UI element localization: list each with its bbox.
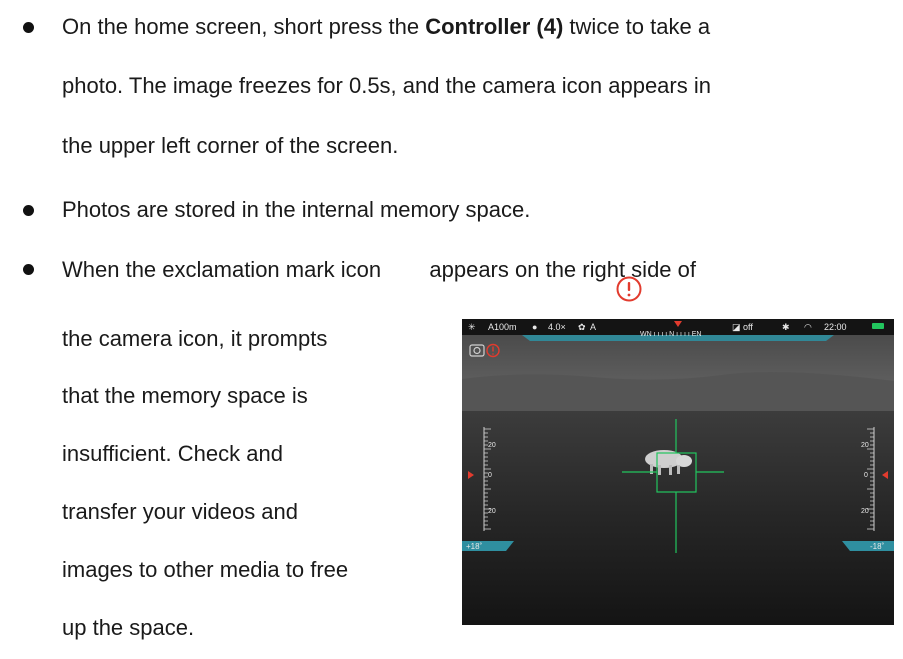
zoom-icon: ●	[532, 322, 538, 332]
thermal-scope-screenshot: ✳ A100m ● 4.0× ✿ A WN ı ı ı ı N ı ı ı ı …	[462, 319, 894, 625]
paragraph-3-line-3: that the memory space is	[62, 383, 308, 408]
paragraph-3-line-1: When the exclamation mark icon appears o…	[62, 257, 696, 282]
right-scale-label-bottom: 20	[861, 508, 869, 515]
paragraph-3-line-2: the camera icon, it prompts	[62, 326, 328, 351]
left-angle-readout: +18˚	[466, 542, 483, 551]
pip-readout: off	[743, 322, 753, 332]
paragraph-3-line-5: transfer your videos and	[62, 499, 299, 524]
time-readout: 22:00	[824, 322, 847, 332]
right-scale-label-mid: 0	[864, 472, 868, 479]
thermal-scene	[462, 319, 894, 625]
pip-icon: ◪	[732, 322, 741, 332]
paragraph-3-line-4: insufficient. Check and	[62, 441, 283, 466]
paragraph-1-line-3: the upper left corner of the screen.	[62, 133, 399, 158]
mode-icon: ✿	[578, 322, 586, 332]
wifi-icon: ◠	[804, 322, 812, 332]
paragraph-2-line-1: Photos are stored in the internal memory…	[62, 197, 531, 222]
bullet-dot-2	[23, 205, 34, 216]
bullet-dot-1	[23, 22, 34, 33]
battery-icon	[872, 323, 884, 329]
paragraph-1-line-2: photo. The image freezes for 0.5s, and t…	[62, 73, 711, 98]
exclamation-warning-icon	[616, 276, 642, 302]
right-scale-label-top: 20	[861, 442, 869, 449]
compass-strip: WN ı ı ı ı N ı ı ı ı EN	[640, 331, 702, 338]
bluetooth-icon: ✱	[782, 322, 790, 332]
mode-readout: A	[590, 322, 597, 332]
controller-label: Controller (4)	[425, 14, 564, 39]
left-scale-label-mid: 0	[488, 472, 492, 479]
zoom-readout: 4.0×	[548, 322, 566, 332]
distance-readout: A100m	[488, 322, 517, 332]
right-angle-readout: -18˚	[870, 542, 885, 551]
paragraph-3-line-6: images to other media to free	[62, 557, 349, 582]
brightness-icon: ✳	[468, 322, 476, 332]
paragraph-3-line-7: up the space.	[62, 615, 195, 640]
left-scale-label-bottom: 20	[488, 508, 496, 515]
paragraph-1-line-1: On the home screen, short press the Cont…	[62, 14, 711, 39]
bullet-dot-3	[23, 264, 34, 275]
left-scale-label-top: 20	[488, 442, 496, 449]
